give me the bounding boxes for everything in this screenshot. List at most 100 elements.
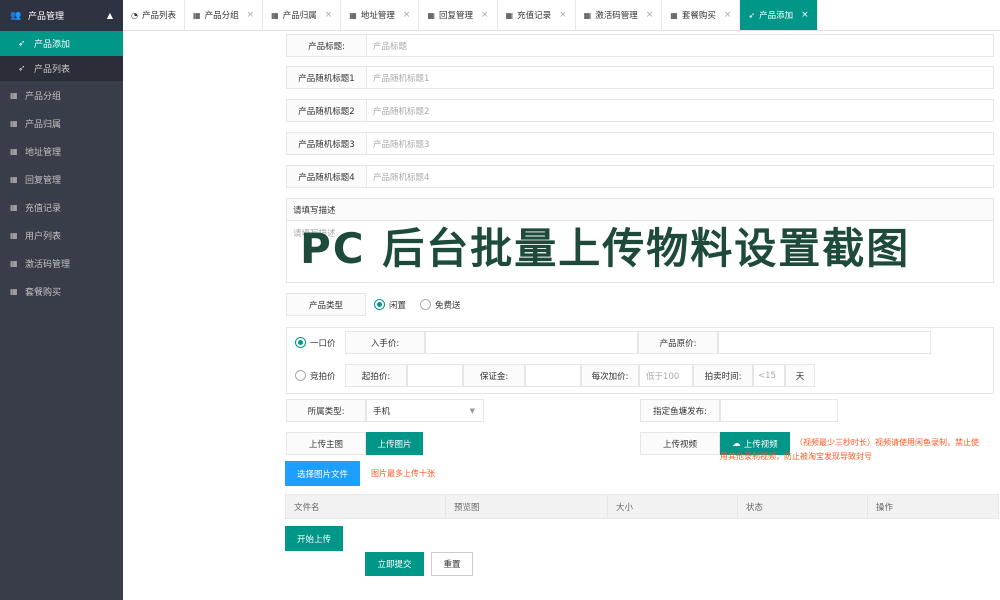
sidebar-item-address[interactable]: ▦ 地址管理 <box>0 137 123 165</box>
random-title-1-input[interactable]: 产品随机标题1 <box>367 67 993 88</box>
radio-label: 竞拍价 <box>310 371 336 382</box>
radio-auction[interactable]: 竞拍价 <box>295 370 345 382</box>
close-icon[interactable]: × <box>801 10 809 20</box>
close-icon[interactable]: × <box>724 10 732 20</box>
sidebar-item-label: 回复管理 <box>25 175 62 186</box>
upload-main-label: 上传主图 <box>286 432 366 455</box>
tab-product-owner[interactable]: ▦ 产品归属 × <box>263 0 342 30</box>
users-icon: 👥 <box>10 10 22 21</box>
upload-image-button[interactable]: 上传图片 <box>366 432 423 455</box>
tab-label: 产品添加 <box>759 11 794 21</box>
designated-input[interactable] <box>720 399 838 422</box>
title-input[interactable]: 产品标题 <box>367 35 993 56</box>
increment-input[interactable]: 低于100 <box>639 364 693 387</box>
video-note-line-2: 用其他录制视频，防止被淘宝发现导致封号 <box>720 452 872 461</box>
main-content: 产品标题: 产品标题 产品随机标题1 产品随机标题1 产品随机标题2 产品随机标… <box>123 31 1000 600</box>
video-note-line-1: （视频最少三秒时长）视频请使用闲鱼录制，禁止使 <box>795 438 979 447</box>
tab-label: 回复管理 <box>438 11 473 21</box>
sidebar-item-reply[interactable]: ▦ 回复管理 <box>0 165 123 193</box>
random-title-2-field: 产品随机标题2 产品随机标题2 <box>286 99 994 122</box>
tab-label: 产品列表 <box>141 11 176 21</box>
radio-fixed-price[interactable]: 一口价 <box>295 337 345 349</box>
select-value: 手机 <box>373 406 391 417</box>
close-icon[interactable]: × <box>247 10 255 20</box>
close-icon[interactable]: × <box>325 10 333 20</box>
grid-icon: ▦ <box>193 10 201 20</box>
sidebar-group-label: 产品管理 <box>28 12 65 22</box>
tab-label: 地址管理 <box>360 11 395 21</box>
tab-reply[interactable]: ▦ 回复管理 × <box>419 0 498 30</box>
submit-button[interactable]: 立即提交 <box>365 552 424 576</box>
grid-icon: ▦ <box>349 10 357 20</box>
sidebar-item-label: 产品列表 <box>34 65 71 75</box>
tab-label: 产品归属 <box>282 11 317 21</box>
start-upload-button[interactable]: 开始上传 <box>285 526 343 551</box>
grid-icon: ▦ <box>583 10 592 20</box>
tab-recharge[interactable]: ▦ 充值记录 × <box>498 0 576 30</box>
column-header-actions: 操作 <box>876 502 894 513</box>
radio-unchecked-icon <box>295 370 306 381</box>
sidebar-group-product-management[interactable]: 👥 产品管理 ▲ <box>0 0 123 31</box>
grid-icon: ▦ <box>10 146 18 156</box>
grid-icon: ▦ <box>427 10 435 20</box>
field-label: 起拍价: <box>345 364 407 387</box>
column-header-preview: 预览图 <box>446 495 608 518</box>
tab-product-group[interactable]: ▦ 产品分组 × <box>185 0 264 30</box>
tab-package[interactable]: ▦ 套餐购买 × <box>662 0 741 30</box>
sidebar-item-product-group[interactable]: ▦ 产品分组 <box>0 81 123 109</box>
field-label: 入手价: <box>345 331 425 354</box>
start-price-input[interactable] <box>407 364 463 387</box>
select-image-file-button[interactable]: 选择图片文件 <box>285 461 360 486</box>
sidebar-item-product-owner[interactable]: ▦ 产品归属 <box>0 109 123 137</box>
sidebar-item-product-list[interactable]: ➶ 产品列表 <box>0 56 123 81</box>
sidebar-item-package[interactable]: ▦ 套餐购买 <box>0 277 123 305</box>
grid-icon: ▦ <box>670 10 678 20</box>
tab-product-list[interactable]: ◔ 产品列表 <box>123 0 185 30</box>
tab-product-add[interactable]: ➶ 产品添加 × <box>740 0 818 30</box>
field-label: 指定鱼塘发布: <box>640 399 720 422</box>
close-icon[interactable]: × <box>646 10 654 20</box>
button-label: 上传视频 <box>743 439 778 450</box>
sidebar-item-product-add[interactable]: ➶ 产品添加 <box>0 31 123 56</box>
upload-video-label: 上传视频 <box>640 432 720 455</box>
tab-label: 充值记录 <box>517 11 552 21</box>
close-icon[interactable]: × <box>481 10 489 20</box>
sidebar-item-activation[interactable]: ▦ 激活码管理 <box>0 249 123 277</box>
grid-icon: ▦ <box>10 286 18 296</box>
random-title-1-field: 产品随机标题1 产品随机标题1 <box>286 66 994 89</box>
radio-free[interactable]: 免费送 <box>420 299 461 311</box>
grid-icon: ▦ <box>271 10 279 20</box>
video-note: （视频最少三秒时长）视频请使用闲鱼录制，禁止使 用其他录制视频，防止被淘宝发现导… <box>720 436 1000 464</box>
random-title-2-input[interactable]: 产品随机标题2 <box>367 100 993 121</box>
sidebar-item-label: 产品添加 <box>34 40 71 50</box>
sidebar-item-users[interactable]: ▦ 用户列表 <box>0 221 123 249</box>
grid-icon: ▦ <box>10 118 18 128</box>
field-label: 产品类型 <box>286 293 366 316</box>
radio-idle[interactable]: 闲置 <box>374 299 406 311</box>
grid-icon: ▦ <box>10 174 18 184</box>
grid-icon: ▦ <box>10 230 18 240</box>
sidebar-item-recharge[interactable]: ▦ 充值记录 <box>0 193 123 221</box>
reset-button[interactable]: 重置 <box>431 552 473 576</box>
original-price-input[interactable] <box>718 331 931 354</box>
random-title-4-input[interactable]: 产品随机标题4 <box>367 166 993 187</box>
send-icon: ➶ <box>18 63 26 74</box>
sidebar-item-label: 激活码管理 <box>25 259 71 270</box>
buy-price-input[interactable] <box>425 331 638 354</box>
grid-icon: ▦ <box>505 10 514 20</box>
grid-icon: ▦ <box>10 90 18 100</box>
product-type-row: 产品类型 闲置 免费送 <box>286 293 461 316</box>
field-label: 每次加价: <box>581 364 639 387</box>
random-title-3-input[interactable]: 产品随机标题3 <box>367 133 993 154</box>
close-icon[interactable]: × <box>559 10 567 20</box>
tab-bar: ◔ 产品列表 ▦ 产品分组 × ▦ 产品归属 × ▦ 地址管理 × ▦ 回复管理… <box>123 0 1000 31</box>
tab-activation[interactable]: ▦ 激活码管理 × <box>576 0 663 30</box>
tab-address[interactable]: ▦ 地址管理 × <box>341 0 420 30</box>
deposit-input[interactable] <box>525 364 581 387</box>
duration-input[interactable]: <15 <box>753 364 785 387</box>
chevron-down-icon: ▼ <box>469 406 475 415</box>
close-icon[interactable]: × <box>403 10 411 20</box>
column-header-size: 大小 <box>608 495 738 518</box>
category-select[interactable]: 手机 ▼ <box>366 399 484 422</box>
grid-icon: ▦ <box>10 258 18 268</box>
